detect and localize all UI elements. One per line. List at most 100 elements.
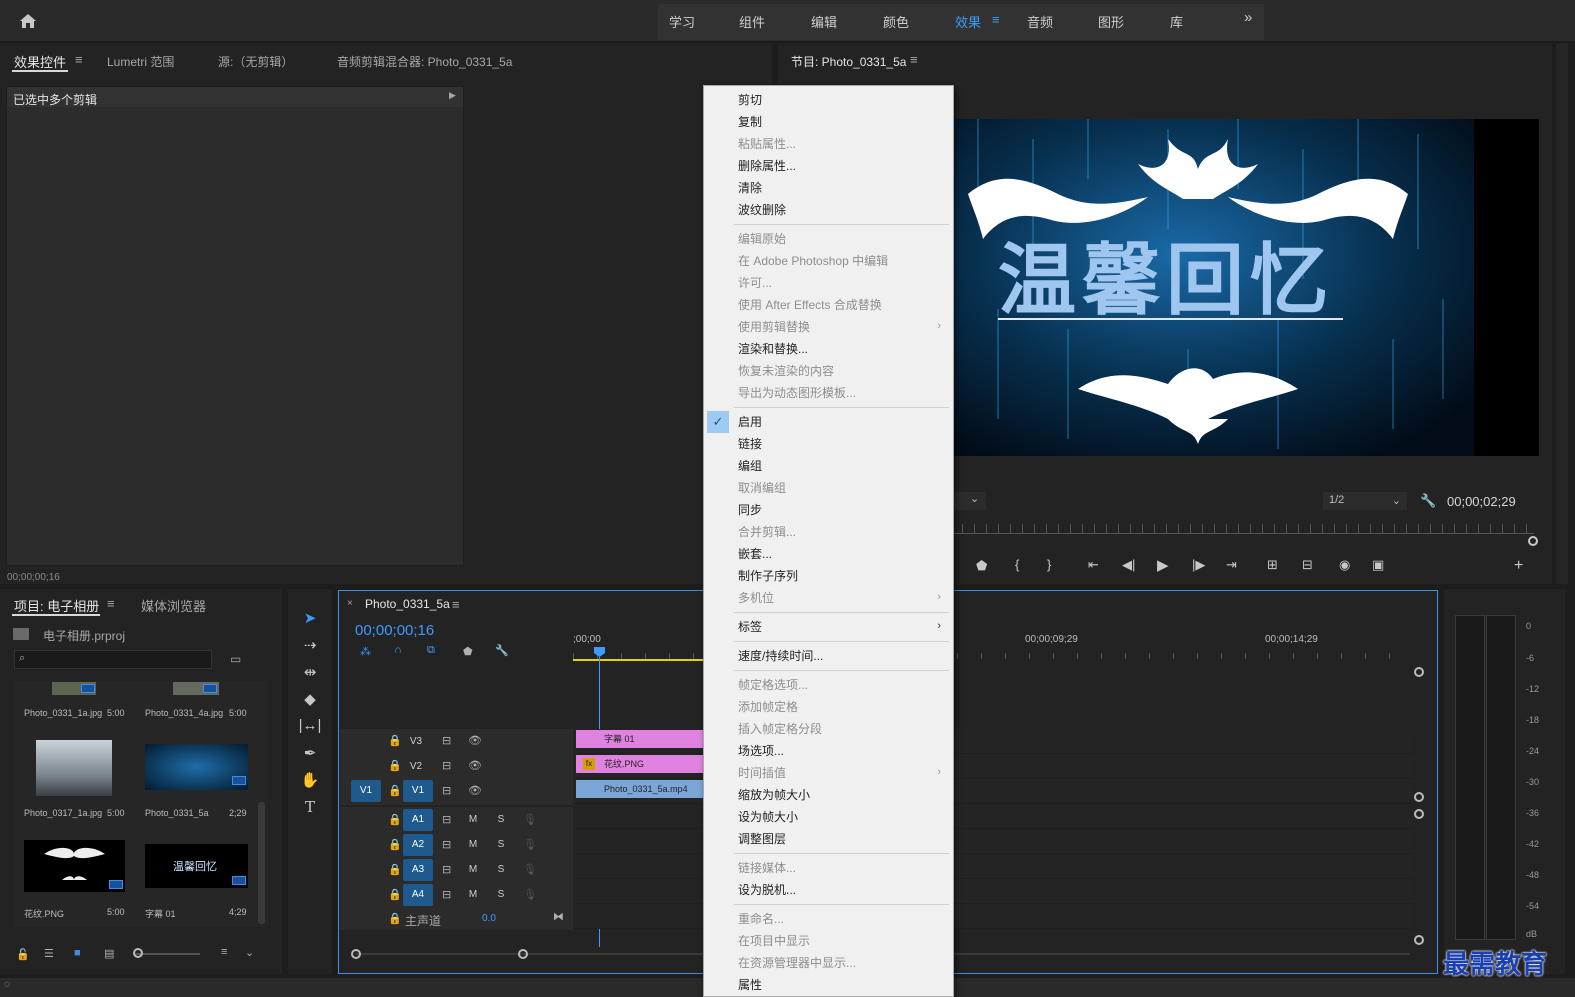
tab-audio-clip-mixer[interactable]: 音频剪辑混合器: Photo_0331_5a [337,53,512,70]
video-scroll-top-handle[interactable] [1414,667,1424,677]
workspace-tab-learn[interactable]: 学习 [669,12,695,31]
menu-item[interactable]: 时间插值 [738,762,786,784]
tab-media-browser[interactable]: 媒体浏览器 [141,596,206,615]
type-tool-icon[interactable]: T [298,798,322,816]
track-select-tool-icon[interactable]: ⇢ [298,636,322,654]
timeline-zoom-right-handle[interactable] [518,949,528,959]
video-scroll-bottom-handle[interactable] [1414,792,1424,802]
go-to-in-icon[interactable]: ⇤ [1088,557,1099,573]
export-frame-icon[interactable]: ◉ [1339,557,1350,573]
audio-scroll-top-handle[interactable] [1414,809,1424,819]
lock-track-v2-icon[interactable]: 🔒 [388,759,402,772]
linked-selection-icon[interactable]: ⧉ [427,644,435,657]
resolution-select[interactable]: 1/2 ⌄ [1323,492,1407,510]
time-ruler[interactable] [573,645,1413,659]
solo-a1-button[interactable]: S [494,814,508,825]
thumb-photo-0317-1a[interactable] [36,740,112,796]
solo-a2-button[interactable]: S [494,839,508,850]
track-v1-label[interactable]: V1 [403,780,433,802]
clip-pattern-png[interactable]: 花纹.PNG [576,755,703,773]
home-icon[interactable] [18,11,38,31]
toggle-output-v3-icon[interactable]: 👁 [468,734,482,747]
timeline-zoom-left-handle[interactable] [351,949,361,959]
close-sequence-icon[interactable]: × [347,598,353,609]
menu-item[interactable]: 帧定格选项... [738,674,808,696]
lock-track-a3-icon[interactable]: 🔒 [388,863,402,876]
workspace-more-icon[interactable]: » [1244,9,1252,26]
step-forward-icon[interactable]: |▶ [1192,557,1205,573]
lock-master-icon[interactable]: 🔒 [388,912,402,925]
menu-item[interactable]: 设为帧大小 [738,806,798,828]
menu-item[interactable]: 粘贴属性... [738,133,796,155]
lock-track-a1-icon[interactable]: 🔒 [388,813,402,826]
mark-out-icon[interactable]: } [1047,557,1051,572]
menu-item[interactable]: 在项目中显示 [738,930,810,952]
add-button-icon[interactable]: + [1514,557,1523,575]
clip-photo-0331-5a-mp4[interactable]: Photo_0331_5a.mp4 [576,780,703,798]
tab-effect-controls[interactable]: 效果控件 [14,52,66,71]
pen-tool-icon[interactable]: ✒ [298,744,322,762]
hand-tool-icon[interactable]: ✋ [298,771,322,789]
playhead-end-marker[interactable] [1528,536,1538,546]
add-marker-timeline-icon[interactable]: ⬟ [463,645,473,658]
workspace-tab-graphics[interactable]: 图形 [1098,12,1124,31]
lock-track-a4-icon[interactable]: 🔒 [388,888,402,901]
track-v3-label[interactable]: V3 [404,736,428,747]
project-scrollbar[interactable] [258,802,265,924]
work-area-bar[interactable] [573,659,708,661]
selection-tool-icon[interactable]: ➤ [298,609,322,627]
workspace-tab-libraries[interactable]: 库 [1170,12,1183,31]
toggle-output-v1-icon[interactable]: 👁 [468,784,482,797]
sync-lock-a1-icon[interactable]: ⊟ [442,813,451,826]
sync-lock-a3-icon[interactable]: ⊟ [442,863,451,876]
freeform-view-icon[interactable]: ▤ [104,947,114,960]
program-monitor-title[interactable]: 节目: Photo_0331_5a [791,53,906,70]
menu-item[interactable]: 多机位 [738,587,774,609]
master-volume-value[interactable]: 0.0 [482,913,496,924]
menu-item[interactable]: 缩放为帧大小 [738,784,810,806]
mark-in-icon[interactable]: { [1015,557,1019,572]
mute-a4-button[interactable]: M [466,889,480,900]
lock-icon[interactable]: 🔓 [16,948,30,961]
project-menu-icon[interactable]: ≡ [107,596,115,611]
workspace-menu-icon[interactable]: ≡ [992,12,1000,27]
sync-lock-a4-icon[interactable]: ⊟ [442,888,451,901]
menu-item[interactable]: 合并剪辑... [738,521,796,543]
track-a3-label[interactable]: A3 [403,859,433,881]
track-a1-label[interactable]: A1 [403,809,433,831]
lock-track-v1-icon[interactable]: 🔒 [388,784,402,797]
tab-project[interactable]: 项目: 电子相册 [14,596,99,615]
tab-lumetri-scopes[interactable]: Lumetri 范围 [107,53,174,70]
lift-icon[interactable]: ⊞ [1267,557,1278,573]
clip-title-01[interactable]: 字幕 01 [576,730,703,748]
sort-icon[interactable]: ≡ [221,946,227,958]
settings-wrench-icon[interactable]: 🔧 [1420,493,1436,509]
snap-nested-icon[interactable]: ⁂ [360,645,371,658]
list-view-icon[interactable]: ☰ [44,947,54,960]
slip-tool-icon[interactable]: |↔| [298,717,322,734]
zoom-slider[interactable] [134,953,200,955]
right-edge-scrollbar[interactable] [1556,44,1568,584]
tab-source[interactable]: 源:（无剪辑） [218,53,293,70]
razor-tool-icon[interactable]: ◆ [298,690,322,708]
workspace-tab-editing[interactable]: 编辑 [811,12,837,31]
menu-item[interactable]: 设为脱机... [738,879,796,901]
source-patch-v1[interactable]: V1 [351,780,381,802]
menu-item[interactable]: 清除 [738,177,762,199]
mute-a1-button[interactable]: M [466,814,480,825]
go-to-out-icon[interactable]: ⇥ [1226,557,1237,573]
timeline-settings-icon[interactable]: 🔧 [495,644,509,657]
mute-a2-button[interactable]: M [466,839,480,850]
workspace-tab-audio[interactable]: 音频 [1027,12,1053,31]
menu-item[interactable]: 在资源管理器中显示... [738,952,856,974]
sync-lock-v3-icon[interactable]: ⊟ [442,734,451,747]
sequence-tab[interactable]: Photo_0331_5a [365,597,450,611]
menu-item[interactable]: 导出为动态图形模板... [738,382,856,404]
voiceover-a3-icon[interactable]: 🎙 [523,863,537,876]
menu-item[interactable]: 删除属性... [738,155,796,177]
menu-item[interactable]: 启用 [738,411,762,433]
track-a2-label[interactable]: A2 [403,834,433,856]
menu-item[interactable]: 编辑原始 [738,228,786,250]
menu-item[interactable]: 恢复未渲染的内容 [738,360,834,382]
mute-a3-button[interactable]: M [466,864,480,875]
